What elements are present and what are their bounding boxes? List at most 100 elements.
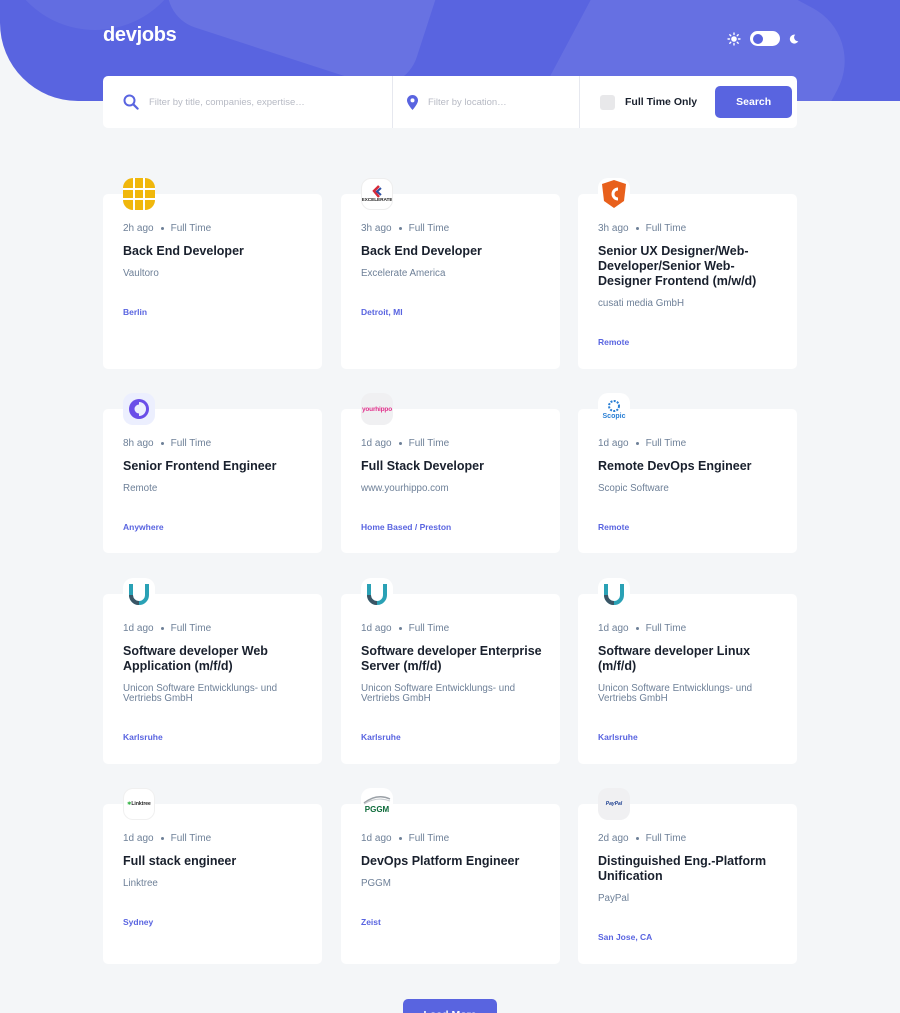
vaultoro-logo-icon (123, 178, 155, 210)
job-location: Berlin (123, 307, 148, 317)
separator-dot (398, 626, 402, 630)
posted-time: 1d ago (123, 833, 154, 844)
job-location: San Jose, CA (598, 932, 653, 942)
posted-time: 1d ago (361, 438, 392, 449)
linktree-logo-icon: ✱Linktree (123, 788, 155, 820)
posted-time: 2d ago (598, 833, 629, 844)
separator-dot (398, 836, 402, 840)
title-filter-input[interactable] (149, 96, 349, 108)
job-title[interactable]: Full stack engineer (123, 854, 308, 869)
job-title[interactable]: Senior Frontend Engineer (123, 459, 308, 474)
location-filter-input[interactable] (428, 96, 568, 108)
separator-dot (160, 441, 164, 445)
company-name: PayPal (598, 893, 630, 904)
posted-time: 1d ago (598, 438, 629, 449)
job-card[interactable]: yourhippo 1d ago Full Time Full Stack Dev… (341, 393, 560, 553)
job-title[interactable]: Back End Developer (123, 244, 308, 259)
company-name: Scopic Software (598, 483, 669, 494)
job-location: Remote (598, 337, 630, 347)
job-meta: 1d ago Full Time (598, 438, 686, 449)
location-filter (393, 76, 580, 128)
job-card[interactable]: EXCELERATE 3h ago Full Time Back End Deve… (341, 178, 560, 369)
logo-text: yourhippo (362, 405, 392, 413)
job-title[interactable]: Software developer Linux (m/f/d) (598, 644, 783, 674)
job-card[interactable]: 3h ago Full Time Senior UX Designer/Web-D… (578, 178, 797, 369)
contract-type: Full Time (170, 223, 212, 234)
separator-dot (635, 836, 639, 840)
load-more-button[interactable]: Load More (403, 999, 497, 1013)
job-title[interactable]: Software developer Enterprise Server (m/… (361, 644, 546, 674)
separator-dot (160, 836, 164, 840)
separator-dot (635, 226, 639, 230)
company-name: Vaultoro (123, 268, 159, 279)
separator-dot (398, 441, 402, 445)
job-card[interactable]: ✱Linktree 1d ago Full Time Full stack eng… (103, 788, 322, 964)
posted-time: 8h ago (123, 438, 154, 449)
job-card[interactable]: 8h ago Full Time Senior Frontend Engineer… (103, 393, 322, 553)
posted-time: 3h ago (598, 223, 629, 234)
search-button[interactable]: Search (715, 86, 793, 118)
job-meta: 3h ago Full Time (598, 223, 686, 234)
full-time-checkbox[interactable] (600, 94, 615, 110)
job-meta: 1d ago Full Time (361, 438, 449, 449)
company-name: Excelerate America (361, 268, 446, 279)
logo-text: ✱Linktree (127, 801, 151, 807)
job-card[interactable]: PGGM 1d ago Full Time DevOps Platform Eng… (341, 788, 560, 964)
job-card[interactable]: 2h ago Full Time Back End Developer Vault… (103, 178, 322, 369)
search-icon (123, 94, 139, 110)
job-title[interactable]: Back End Developer (361, 244, 546, 259)
job-title[interactable]: Full Stack Developer (361, 459, 546, 474)
job-card[interactable]: 1d ago Full Time Software developer Web A… (103, 578, 322, 764)
logo-text: PayPal (605, 801, 623, 807)
job-meta: 3h ago Full Time (361, 223, 449, 234)
contract-type: Full Time (408, 833, 450, 844)
contract-type: Full Time (170, 623, 212, 634)
job-location: Zeist (361, 917, 381, 927)
company-name: Unicon Software Entwicklungs- und Vertri… (361, 683, 516, 704)
location-pin-icon (407, 94, 418, 110)
contract-type: Full Time (645, 438, 687, 449)
job-location: Karlsruhe (361, 732, 401, 742)
job-location: Anywhere (123, 522, 164, 532)
unicon-logo-icon (123, 578, 155, 610)
posted-time: 2h ago (123, 223, 154, 234)
moon-icon (789, 34, 799, 44)
remote-logo-icon (123, 393, 155, 425)
logo-text: Scopic (602, 412, 626, 420)
separator-dot (160, 626, 164, 630)
paypal-logo-icon: PayPal (598, 788, 630, 820)
company-name: cusati media GmbH (598, 298, 685, 309)
job-card[interactable]: 1d ago Full Time Software developer Enter… (341, 578, 560, 764)
job-card[interactable]: 1d ago Full Time Software developer Linux… (578, 578, 797, 764)
devjobs-logo[interactable]: devjobs (103, 24, 177, 47)
job-title[interactable]: Remote DevOps Engineer (598, 459, 783, 474)
job-meta: 8h ago Full Time (123, 438, 211, 449)
job-title[interactable]: DevOps Platform Engineer (361, 854, 546, 869)
scopic-logo-icon: Scopic (598, 393, 630, 425)
posted-time: 1d ago (361, 833, 392, 844)
contract-type: Full Time (170, 438, 212, 449)
job-card[interactable]: PayPal 2d ago Full Time Distinguished Eng… (578, 788, 797, 964)
excelerate-logo-icon: EXCELERATE (361, 178, 393, 210)
job-title[interactable]: Software developer Web Application (m/f/… (123, 644, 308, 674)
company-name: Linktree (123, 878, 158, 889)
pggm-logo-icon: PGGM (361, 788, 393, 820)
job-title[interactable]: Distinguished Eng.-Platform Unification (598, 854, 783, 884)
filter-bar: Full Time Only Search (103, 76, 797, 128)
job-card[interactable]: Scopic 1d ago Full Time Remote DevOps Eng… (578, 393, 797, 553)
job-meta: 1d ago Full Time (123, 833, 211, 844)
logo-text: EXCELERATE (361, 198, 393, 203)
yourhippo-logo-icon: yourhippo (361, 393, 393, 425)
separator-dot (635, 441, 639, 445)
contract-type: Full Time (170, 833, 212, 844)
job-location: Karlsruhe (598, 732, 638, 742)
separator-dot (635, 626, 639, 630)
company-name: Remote (123, 483, 158, 494)
job-meta: 1d ago Full Time (361, 833, 449, 844)
posted-time: 3h ago (361, 223, 392, 234)
theme-toggle[interactable] (750, 31, 780, 46)
separator-dot (398, 226, 402, 230)
job-meta: 1d ago Full Time (598, 623, 686, 634)
contract-type: Full Time (645, 223, 687, 234)
job-title[interactable]: Senior UX Designer/Web-Developer/Senior … (598, 244, 783, 289)
